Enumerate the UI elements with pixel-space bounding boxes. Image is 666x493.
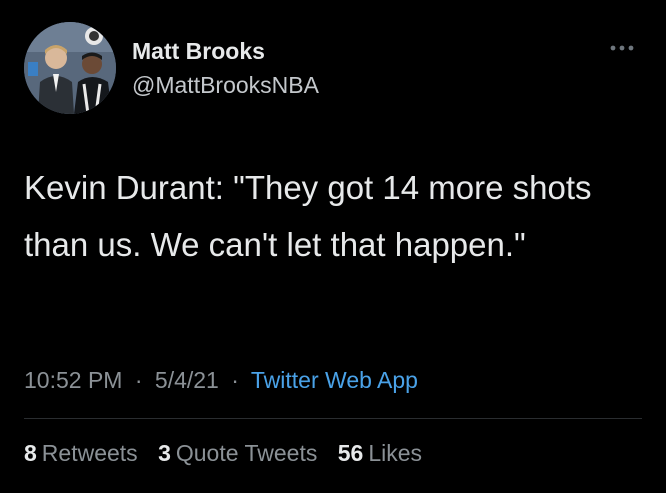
tweet-stats: 8 Retweets 3 Quote Tweets 56 Likes xyxy=(24,440,436,467)
retweets-count: 8 xyxy=(24,440,37,466)
tweet-meta: 10:52 PM · 5/4/21 · Twitter Web App xyxy=(24,367,418,394)
quote-tweets-label: Quote Tweets xyxy=(175,440,318,466)
tweet-date[interactable]: 5/4/21 xyxy=(155,367,219,393)
meta-separator: · xyxy=(134,367,143,393)
more-options-icon[interactable] xyxy=(606,38,638,58)
tweet-card: Matt Brooks @MattBrooksNBA Kevin Durant:… xyxy=(0,0,666,493)
retweets-stat[interactable]: 8 Retweets xyxy=(24,440,138,467)
quote-tweets-stat[interactable]: 3 Quote Tweets xyxy=(158,440,317,467)
author-avatar[interactable] xyxy=(24,22,116,114)
profile-photo-icon xyxy=(24,22,116,114)
meta-separator: · xyxy=(231,367,239,393)
quote-tweets-count: 3 xyxy=(158,440,171,466)
divider xyxy=(24,418,642,419)
author-name[interactable]: Matt Brooks xyxy=(132,38,265,65)
likes-count: 56 xyxy=(337,440,364,466)
author-handle[interactable]: @MattBrooksNBA xyxy=(132,72,319,99)
retweets-label: Retweets xyxy=(41,440,138,466)
tweet-text: Kevin Durant: "They got 14 more shots th… xyxy=(24,169,592,263)
tweet-source-link[interactable]: Twitter Web App xyxy=(251,367,418,393)
likes-stat[interactable]: 56 Likes xyxy=(338,440,422,467)
likes-label: Likes xyxy=(368,440,423,466)
tweet-time[interactable]: 10:52 PM xyxy=(24,367,122,393)
